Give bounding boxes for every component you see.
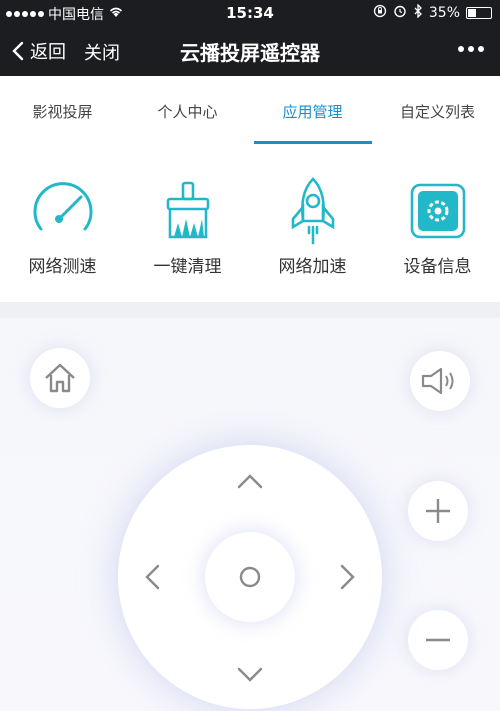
remote-control [0, 318, 500, 711]
arrow-right-icon [340, 564, 355, 590]
chevron-left-icon [12, 41, 24, 61]
dpad-right-button[interactable] [334, 557, 362, 597]
tool-speed-test[interactable]: 网络测速 [0, 144, 125, 302]
tab-personal-center[interactable]: 个人中心 [125, 76, 250, 144]
close-button[interactable]: 关闭 [84, 39, 120, 65]
arrow-up-icon [237, 474, 263, 489]
ok-circle-icon [239, 566, 261, 588]
tab-bar: 影视投屏 个人中心 应用管理 自定义列表 [0, 76, 500, 144]
plus-icon [426, 499, 450, 523]
minus-icon [426, 638, 450, 642]
more-dots-icon[interactable] [458, 46, 484, 52]
ok-button[interactable] [205, 532, 295, 622]
bluetooth-icon [413, 3, 423, 22]
alarm-icon [393, 4, 407, 22]
section-divider [0, 302, 500, 318]
speedometer-icon [28, 176, 98, 246]
home-icon [45, 363, 75, 393]
device-gear-icon [403, 176, 473, 246]
tool-one-click-clean[interactable]: 一键清理 [125, 144, 250, 302]
navigation-bar: 返回 关闭 云播投屏遥控器 [0, 26, 500, 76]
tab-movie-cast[interactable]: 影视投屏 [0, 76, 125, 144]
tool-label: 设备信息 [403, 257, 472, 277]
home-button[interactable] [30, 348, 90, 408]
battery-percent: 35% [428, 5, 460, 21]
tool-label: 网络测速 [28, 257, 97, 277]
tool-label: 一键清理 [153, 257, 222, 277]
tab-custom-list[interactable]: 自定义列表 [375, 76, 500, 144]
tab-app-management[interactable]: 应用管理 [250, 76, 375, 144]
speaker-icon [421, 367, 454, 395]
app-tools: 网络测速 一键清理 网络加速 设备信息 [0, 144, 500, 302]
volume-down-button[interactable] [408, 610, 468, 670]
back-button[interactable]: 返回 [12, 38, 66, 64]
rocket-icon [278, 176, 348, 246]
status-bar: 中国电信 15:34 35% [0, 0, 500, 26]
arrow-left-icon [145, 564, 160, 590]
dpad-up-button[interactable] [230, 467, 270, 495]
tool-label: 网络加速 [278, 257, 347, 277]
status-right: 35% [373, 3, 492, 22]
dpad-left-button[interactable] [138, 557, 166, 597]
volume-button[interactable] [410, 351, 470, 411]
battery-icon [466, 7, 492, 19]
arrow-down-icon [237, 667, 263, 682]
broom-icon [153, 176, 223, 246]
back-label: 返回 [30, 42, 66, 63]
direction-pad [118, 445, 382, 709]
dpad-down-button[interactable] [230, 661, 270, 689]
tool-device-info[interactable]: 设备信息 [375, 144, 500, 302]
volume-up-button[interactable] [408, 481, 468, 541]
tool-network-boost[interactable]: 网络加速 [250, 144, 375, 302]
page-title: 云播投屏遥控器 [180, 41, 320, 65]
orientation-lock-icon [373, 4, 387, 22]
